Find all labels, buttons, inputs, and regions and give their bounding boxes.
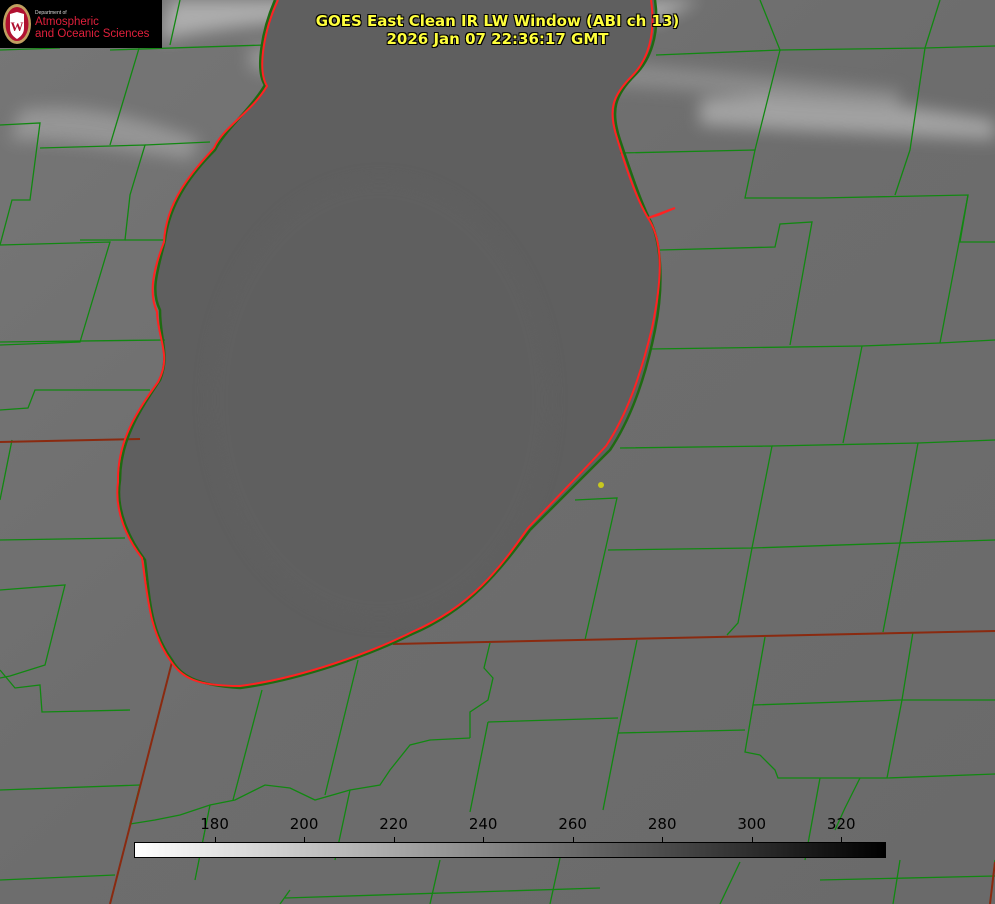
satellite-map bbox=[0, 0, 995, 904]
location-marker bbox=[598, 482, 604, 488]
colorbar-tick-mark bbox=[752, 837, 753, 842]
colorbar-tick-mark bbox=[483, 837, 484, 842]
colorbar-tick-mark bbox=[841, 837, 842, 842]
logo-line-1: Atmospheric bbox=[35, 16, 99, 28]
colorbar-tick-label: 280 bbox=[647, 815, 677, 833]
colorbar-tick-label: 300 bbox=[737, 815, 767, 833]
logo-line-2: and Oceanic Sciences bbox=[35, 28, 150, 40]
colorbar-tick-label: 260 bbox=[558, 815, 587, 833]
colorbar-tick-label: 180 bbox=[200, 815, 229, 833]
uw-crest-icon: W bbox=[3, 4, 31, 44]
colorbar-tick-label: 200 bbox=[289, 815, 319, 833]
image-title: GOES East Clean IR LW Window (ABI ch 13) bbox=[315, 12, 680, 30]
satellite-image-viewer: 180 200 220 240 260 280 300 320 GOES East Clean… bbox=[0, 0, 995, 904]
colorbar bbox=[134, 842, 886, 858]
colorbar-tick-mark bbox=[215, 837, 216, 842]
image-timestamp: 2026 Jan 07 22:36:17 GMT bbox=[386, 30, 609, 48]
colorbar-tick-mark bbox=[394, 837, 395, 842]
colorbar-tick-mark bbox=[662, 837, 663, 842]
colorbar-tick-label: 240 bbox=[468, 815, 498, 833]
colorbar-tick-mark bbox=[573, 837, 574, 842]
ssec-logo: W Department of Atmospheric and Oceanic … bbox=[0, 0, 162, 48]
colorbar-tick-mark bbox=[304, 837, 305, 842]
colorbar-tick-label: 320 bbox=[826, 815, 856, 833]
colorbar-tick-label: 220 bbox=[379, 815, 408, 833]
seal-letter: W bbox=[11, 19, 24, 34]
